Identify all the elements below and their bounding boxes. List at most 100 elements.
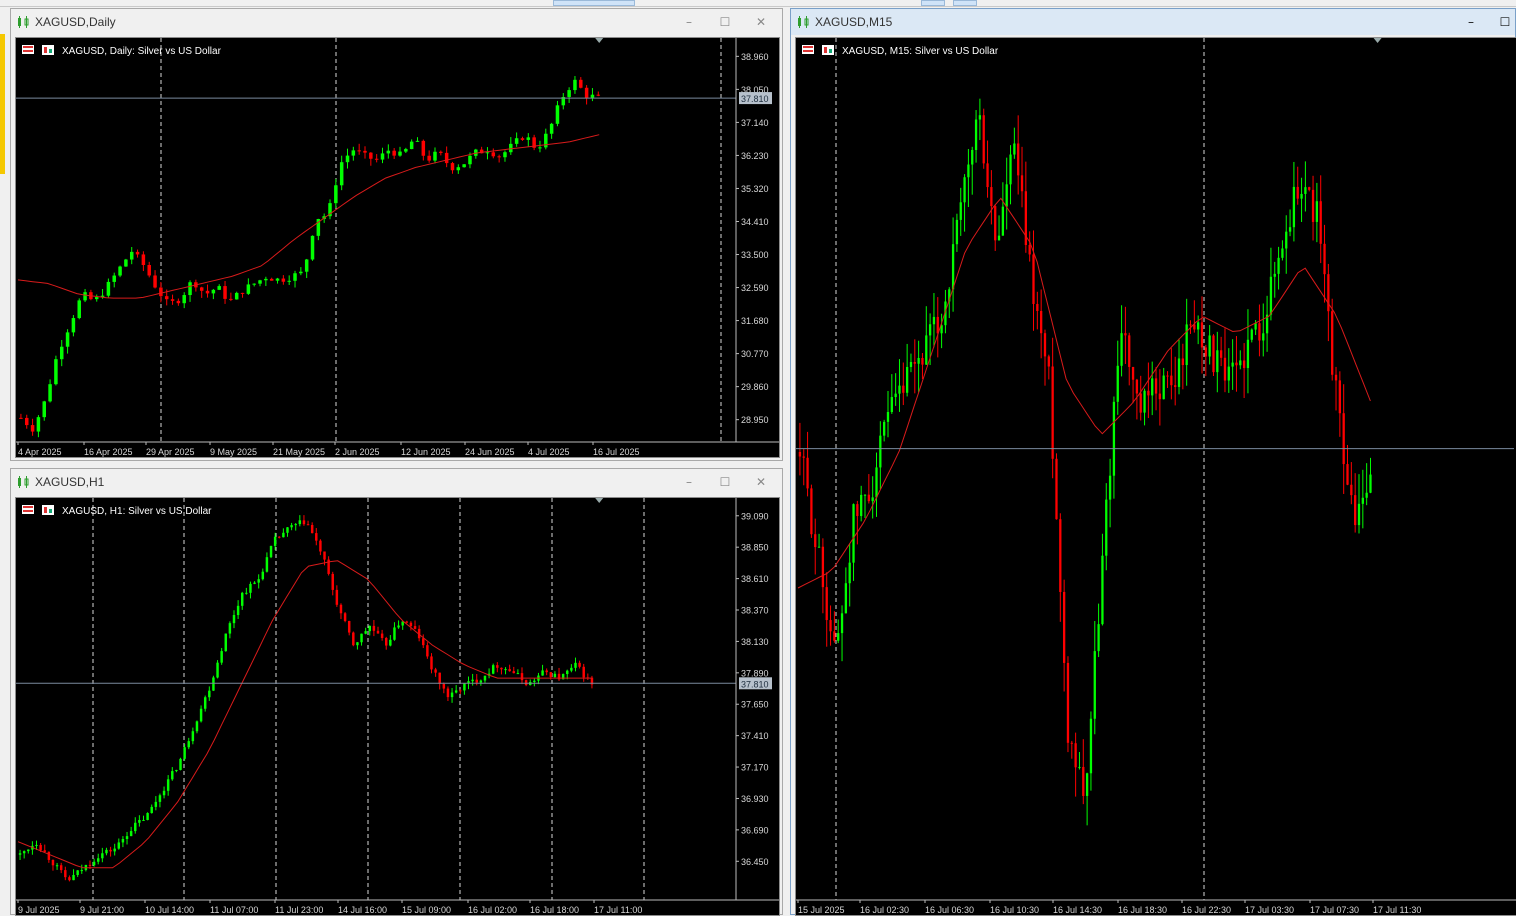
price-axis-label: 36.930 <box>741 794 769 804</box>
toolbar-tab[interactable] <box>553 0 635 6</box>
candle-body <box>427 155 431 161</box>
candle-body <box>335 589 339 605</box>
candle-body <box>339 162 344 186</box>
chart-window-m15[interactable]: XAGUSD,M15 – ☐ XAGUSD, M15: Silver vs US… <box>790 8 1516 916</box>
chart-area[interactable]: XAGUSD, H1: Silver vs US Dollar 39.090 38.… <box>15 497 780 916</box>
candle-body <box>1262 333 1265 341</box>
candle-body <box>1047 356 1050 367</box>
candle-body <box>246 284 251 294</box>
price-axis-label: 33.500 <box>741 250 769 260</box>
candle-body <box>253 582 256 584</box>
candle-body <box>538 147 542 149</box>
window-title: XAGUSD,M15 <box>815 15 893 29</box>
time-axis-label: 10 Jul 14:00 <box>145 905 194 915</box>
candle-body <box>1062 591 1066 663</box>
price-axis-label: 32.590 <box>741 283 769 293</box>
candle-body <box>147 265 151 276</box>
minimize-icon[interactable]: – <box>681 474 697 490</box>
candle-body <box>444 152 449 164</box>
candle-body <box>844 583 848 614</box>
candle-body <box>1285 231 1288 249</box>
candle-body <box>1101 555 1104 625</box>
candle-body <box>430 656 433 670</box>
candle-body <box>205 290 210 294</box>
chart-area[interactable]: XAGUSD, M15: Silver vs US Dollar 15 Jul 2… <box>795 37 1516 916</box>
candle-body <box>1013 143 1016 155</box>
candle-body <box>1288 227 1292 232</box>
maximize-icon[interactable]: ☐ <box>1497 14 1513 30</box>
calendar-icon-bar <box>49 49 52 53</box>
candle-body <box>188 282 192 296</box>
candle-body <box>1055 458 1058 520</box>
candle-body <box>360 633 363 643</box>
candle-body <box>229 298 233 300</box>
candle-body <box>520 138 525 140</box>
candle-body <box>39 844 42 851</box>
candle-body <box>293 273 297 281</box>
toolbar-tab[interactable] <box>953 0 977 6</box>
close-icon[interactable]: ✕ <box>753 14 769 30</box>
candle-body <box>217 286 221 290</box>
candle-body <box>228 623 232 634</box>
candle-body <box>203 697 207 709</box>
candle-body <box>77 300 81 319</box>
candle-body <box>223 286 227 299</box>
candle-body <box>287 280 291 282</box>
time-axis-label: 15 Jul 09:00 <box>402 905 451 915</box>
chart-area[interactable]: XAGUSD, Daily: Silver vs US Dollar 38.960… <box>15 37 780 458</box>
maximize-icon[interactable]: ☐ <box>717 14 733 30</box>
top-toolbar-strip <box>0 0 1516 7</box>
candle-body <box>902 385 905 393</box>
candle-body <box>357 150 361 152</box>
candle-body <box>249 583 252 593</box>
candle-body <box>19 417 23 419</box>
candle-body <box>578 662 581 667</box>
candle-body <box>1116 365 1119 402</box>
candle-body <box>814 534 817 548</box>
minimize-icon[interactable]: – <box>681 14 697 30</box>
candle-body <box>171 771 174 780</box>
candle-body <box>323 551 326 560</box>
candle-body <box>1269 276 1273 315</box>
candle-body <box>459 690 462 692</box>
candle-body <box>166 779 170 791</box>
price-axis-label: 37.170 <box>741 763 769 773</box>
candle-body <box>405 621 409 623</box>
time-axis-label: 16 Jul 06:30 <box>925 905 974 915</box>
candle-body <box>439 151 443 153</box>
candle-body <box>106 281 111 296</box>
candle-body <box>363 150 367 153</box>
candle-body <box>252 283 256 285</box>
candle-body <box>883 421 886 436</box>
candle-body <box>364 631 367 634</box>
candle-body <box>1292 186 1296 228</box>
time-axis-label: 16 Apr 2025 <box>84 447 133 457</box>
candle-body <box>871 497 874 502</box>
window-titlebar[interactable]: XAGUSD,H1 – ☐ ✕ <box>11 469 782 495</box>
candle-body <box>875 467 878 498</box>
toolbar-tab[interactable] <box>921 0 945 6</box>
candle-body <box>497 156 501 158</box>
candle-body <box>376 630 380 634</box>
candle-body <box>257 579 260 583</box>
chart-window-daily[interactable]: XAGUSD,Daily – ☐ ✕ XAGUSD, Daily: Silver… <box>10 8 783 461</box>
candle-body <box>471 679 474 682</box>
candle-body <box>347 620 351 633</box>
candle-body <box>1338 380 1341 414</box>
chart-window-h1[interactable]: XAGUSD,H1 – ☐ ✕ XAGUSD, H1: Silver vs US… <box>10 468 783 916</box>
window-titlebar[interactable]: XAGUSD,M15 – ☐ <box>791 9 1515 35</box>
minimize-icon[interactable]: – <box>1463 14 1479 30</box>
close-icon[interactable]: ✕ <box>753 474 769 490</box>
candle-body <box>118 266 122 276</box>
candle-body <box>334 185 338 204</box>
candle-body <box>1254 323 1257 330</box>
price-chart-svg: XAGUSD, H1: Silver vs US Dollar 39.090 38.… <box>16 498 779 915</box>
candle-body <box>951 244 955 290</box>
candle-body <box>434 669 437 673</box>
candle-body <box>1108 475 1112 500</box>
candle-body <box>1154 378 1158 394</box>
candle-body <box>343 613 347 621</box>
candle-body <box>856 504 859 517</box>
maximize-icon[interactable]: ☐ <box>717 474 733 490</box>
window-titlebar[interactable]: XAGUSD,Daily – ☐ ✕ <box>11 9 782 35</box>
